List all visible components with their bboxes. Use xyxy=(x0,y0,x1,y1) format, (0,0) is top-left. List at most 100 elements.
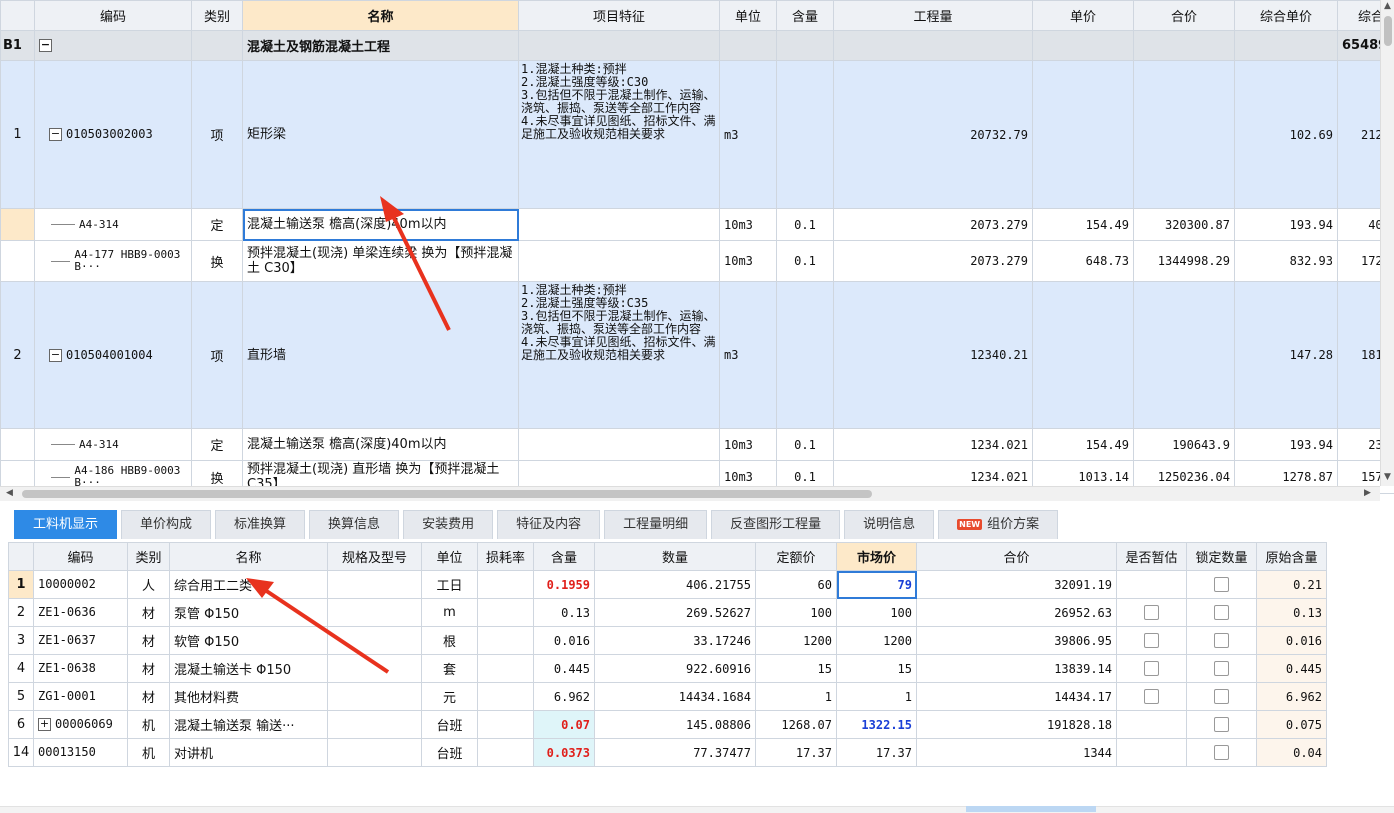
bh-content[interactable]: 含量 xyxy=(534,543,595,571)
lock-checkbox[interactable] xyxy=(1214,633,1229,648)
total-cell[interactable]: 190643.9 xyxy=(1134,429,1235,461)
lock-checkbox[interactable] xyxy=(1214,689,1229,704)
bh-total[interactable]: 合价 xyxy=(917,543,1117,571)
lock-cell[interactable] xyxy=(1187,655,1257,683)
type-cell[interactable]: 定 xyxy=(192,209,243,241)
quota-price-cell[interactable]: 17.37 xyxy=(756,739,837,767)
market-price-cell[interactable]: 79 xyxy=(837,571,917,599)
loss-cell[interactable] xyxy=(478,739,534,767)
lock-cell[interactable] xyxy=(1187,711,1257,739)
total-cell[interactable]: 14434.17 xyxy=(917,683,1117,711)
orig-content-cell[interactable]: 0.075 xyxy=(1257,711,1327,739)
type-cell[interactable]: 项 xyxy=(192,282,243,429)
name-cell[interactable]: 混凝土输送泵 檐高(深度)40m以内 xyxy=(243,429,519,461)
row-number[interactable]: 3 xyxy=(9,627,34,655)
estimate-checkbox[interactable] xyxy=(1144,661,1159,676)
spec-cell[interactable] xyxy=(328,739,422,767)
total-cell[interactable]: 32091.19 xyxy=(917,571,1117,599)
row-number[interactable]: 14 xyxy=(9,739,34,767)
unit-cell[interactable]: 10m3 xyxy=(720,429,777,461)
quota-row[interactable]: A4-314 定 混凝土输送泵 檐高(深度)40m以内 10m3 0.1 123… xyxy=(1,429,1394,461)
code-cell[interactable]: ZG1-0001 xyxy=(34,683,128,711)
row-number[interactable]: 1 xyxy=(1,61,35,209)
lock-cell[interactable] xyxy=(1187,571,1257,599)
feature-cell[interactable]: 1.混凝土种类:预拌 2.混凝土强度等级:C30 3.包括但不限于混凝土制作、运… xyxy=(519,61,720,209)
unit-price-cell[interactable]: 193.94 xyxy=(1235,209,1338,241)
lock-checkbox[interactable] xyxy=(1214,661,1229,676)
header-corner[interactable] xyxy=(1,1,35,31)
loss-cell[interactable] xyxy=(478,655,534,683)
bh-market[interactable]: 市场价 xyxy=(837,543,917,571)
unit-cell[interactable]: 10m3 xyxy=(720,209,777,241)
unit-price-cell[interactable]: 147.28 xyxy=(1235,282,1338,429)
scroll-up-icon[interactable]: ▲ xyxy=(1384,1,1391,11)
loss-cell[interactable] xyxy=(478,571,534,599)
unit-cell[interactable]: m3 xyxy=(720,61,777,209)
resource-row[interactable]: 4 ZE1-0638 材 混凝土输送卡 Φ150 套 0.445 922.609… xyxy=(9,655,1327,683)
price-cell[interactable] xyxy=(1033,282,1134,429)
bh-orig[interactable]: 原始含量 xyxy=(1257,543,1327,571)
loss-cell[interactable] xyxy=(478,683,534,711)
code-cell[interactable]: −010504001004 xyxy=(35,282,192,429)
lock-checkbox[interactable] xyxy=(1214,745,1229,760)
total-cell[interactable]: 39806.95 xyxy=(917,627,1117,655)
unit-cell[interactable]: 套 xyxy=(422,655,478,683)
code-cell[interactable]: 00013150 xyxy=(34,739,128,767)
row-number[interactable]: 1 xyxy=(9,571,34,599)
quota-price-cell[interactable]: 100 xyxy=(756,599,837,627)
type-cell[interactable]: 项 xyxy=(192,61,243,209)
bh-lock[interactable]: 锁定数量 xyxy=(1187,543,1257,571)
code-cell[interactable]: A4-177 HBB9-0003 B··· xyxy=(35,241,192,282)
content-cell[interactable]: 0.1959 xyxy=(534,571,595,599)
total-cell[interactable]: 1344 xyxy=(917,739,1117,767)
name-cell[interactable]: 直形墙 xyxy=(243,282,519,429)
header-price[interactable]: 单价 xyxy=(1033,1,1134,31)
name-cell[interactable]: 泵管 Φ150 xyxy=(170,599,328,627)
horizontal-scroll-thumb[interactable] xyxy=(22,490,872,498)
expand-icon[interactable]: + xyxy=(38,718,51,731)
tab-8[interactable]: 说明信息 xyxy=(844,510,934,539)
estimate-cell[interactable] xyxy=(1117,571,1187,599)
scroll-left-icon[interactable]: ◀ xyxy=(6,488,13,498)
feature-cell[interactable] xyxy=(519,241,720,282)
bill-items-grid[interactable]: 编码 类别 名称 项目特征 单位 含量 工程量 单价 合价 综合单价 综合合价 … xyxy=(0,0,1394,494)
estimate-cell[interactable] xyxy=(1117,627,1187,655)
market-price-cell[interactable]: 1200 xyxy=(837,627,917,655)
unit-cell[interactable]: 元 xyxy=(422,683,478,711)
total-cell[interactable]: 191828.18 xyxy=(917,711,1117,739)
tab-1[interactable]: 单价构成 xyxy=(121,510,211,539)
qty-cell[interactable]: 922.60916 xyxy=(595,655,756,683)
unit-price-cell[interactable]: 832.93 xyxy=(1235,241,1338,282)
estimate-cell[interactable] xyxy=(1117,599,1187,627)
content-cell[interactable]: 0.1 xyxy=(777,209,834,241)
labor-material-machine-grid[interactable]: 编码 类别 名称 规格及型号 单位 损耗率 含量 数量 定额价 市场价 合价 是… xyxy=(8,542,1327,767)
code-cell[interactable]: +00006069 xyxy=(34,711,128,739)
resource-row[interactable]: 6 +00006069 机 混凝土输送泵 输送··· 台班 0.07 145.0… xyxy=(9,711,1327,739)
bh-unit[interactable]: 单位 xyxy=(422,543,478,571)
feature-cell[interactable] xyxy=(519,209,720,241)
scroll-down-icon[interactable]: ▼ xyxy=(1384,472,1391,482)
type-cell[interactable]: 材 xyxy=(128,655,170,683)
unit-cell[interactable]: 10m3 xyxy=(720,241,777,282)
bh-estimate[interactable]: 是否暂估 xyxy=(1117,543,1187,571)
bill-item-row[interactable]: 1 −010503002003 项 矩形梁 1.混凝土种类:预拌 2.混凝土强度… xyxy=(1,61,1394,209)
content-cell[interactable]: 0.07 xyxy=(534,711,595,739)
orig-content-cell[interactable]: 0.445 xyxy=(1257,655,1327,683)
qty-cell[interactable]: 1234.021 xyxy=(834,429,1033,461)
market-price-cell[interactable]: 15 xyxy=(837,655,917,683)
row-number[interactable] xyxy=(1,209,35,241)
code-cell[interactable]: ZE1-0636 xyxy=(34,599,128,627)
lock-checkbox[interactable] xyxy=(1214,605,1229,620)
lock-cell[interactable] xyxy=(1187,739,1257,767)
price-cell[interactable] xyxy=(1033,61,1134,209)
content-cell[interactable]: 0.016 xyxy=(534,627,595,655)
content-cell[interactable]: 6.962 xyxy=(534,683,595,711)
tab-9[interactable]: NEW组价方案 xyxy=(938,510,1058,539)
bh-corner[interactable] xyxy=(9,543,34,571)
estimate-checkbox[interactable] xyxy=(1144,605,1159,620)
total-cell[interactable]: 13839.14 xyxy=(917,655,1117,683)
quota-price-cell[interactable]: 1268.07 xyxy=(756,711,837,739)
header-qty[interactable]: 工程量 xyxy=(834,1,1033,31)
name-cell[interactable]: 其他材料费 xyxy=(170,683,328,711)
code-cell[interactable]: A4-314 xyxy=(35,209,192,241)
